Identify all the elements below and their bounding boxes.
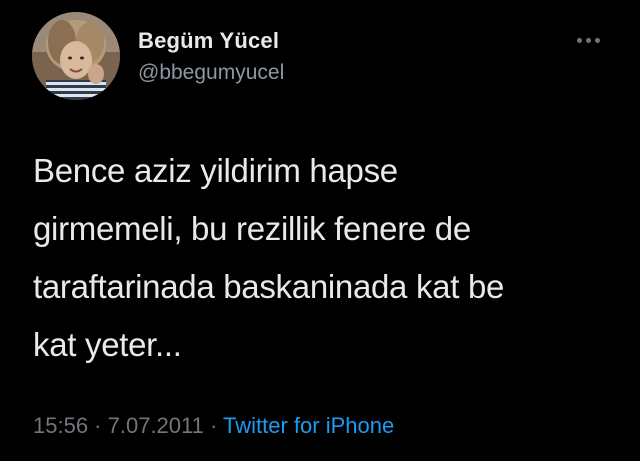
more-horizontal-icon (594, 37, 600, 43)
tweet-meta: 15:56 · 7.07.2011 · Twitter for iPhone (33, 413, 394, 439)
meta-separator: · (88, 413, 108, 438)
more-options-button[interactable] (568, 30, 608, 50)
meta-separator: · (203, 413, 224, 438)
tweet-card: Begüm Yücel @bbegumyucel Bence aziz yild… (0, 0, 640, 461)
more-horizontal-icon (585, 37, 591, 43)
avatar-photo-icon (32, 12, 120, 100)
tweet-text: Bence aziz yildirim hapse girmemeli, bu … (33, 152, 505, 363)
tweet-source-link[interactable]: Twitter for iPhone (223, 413, 394, 438)
user-handle[interactable]: @bbegumyucel (138, 61, 284, 85)
more-horizontal-icon (576, 37, 582, 43)
tweet-time: 15:56 (33, 413, 89, 438)
display-name[interactable]: Begüm Yücel (138, 28, 279, 54)
avatar[interactable] (32, 12, 120, 100)
tweet-date[interactable]: 7.07.2011 (108, 413, 204, 438)
